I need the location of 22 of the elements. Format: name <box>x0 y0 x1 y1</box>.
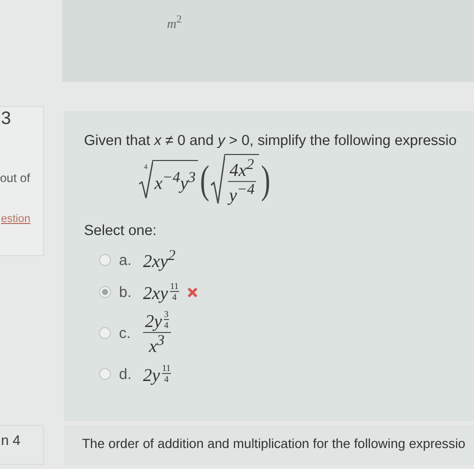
formula-text: m$^{2}$ <box>167 16 182 32</box>
select-label: Select one: <box>84 223 158 239</box>
denominator: y$^{−4}$ <box>226 182 256 206</box>
radio-button[interactable] <box>99 286 111 298</box>
radicand: x$^{−4}$y$^{3}$ <box>154 170 196 194</box>
option-letter: c. <box>119 324 132 342</box>
parenthesis: ) <box>260 160 270 200</box>
radio-button[interactable] <box>99 368 111 380</box>
question-number: n 4 <box>1 432 20 448</box>
flag-question-link[interactable]: estion <box>1 213 43 225</box>
marks-label: out of <box>0 171 32 185</box>
option-formula: 2xy$^{2}$ <box>143 248 176 272</box>
question-number: 3 <box>1 107 12 129</box>
radio-button[interactable] <box>99 254 111 266</box>
radio-button[interactable] <box>99 327 111 339</box>
parenthesis: ( <box>200 160 209 200</box>
option-letter: b. <box>119 284 133 300</box>
option-letter: d. <box>119 366 133 382</box>
question-text: The order of addition and multiplication for the following expressio <box>64 425 474 465</box>
numerator: 4x$^{2}$ <box>228 157 256 182</box>
option-letter: a. <box>119 252 133 268</box>
question-text: Given that x ≠ 0 and y > 0, simplify the following expressio <box>84 133 458 149</box>
